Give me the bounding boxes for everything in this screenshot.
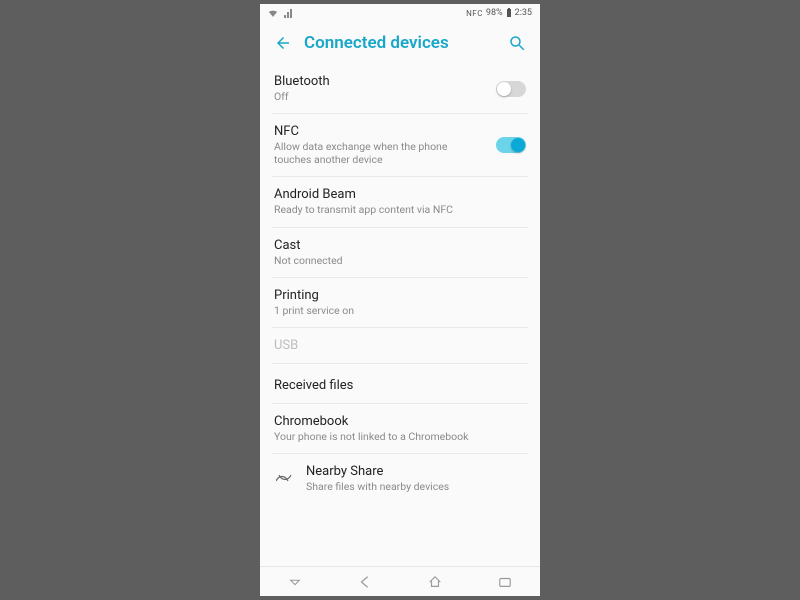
signal-icon (284, 9, 294, 18)
row-title: Chromebook (274, 414, 526, 429)
wifi-icon (268, 9, 278, 18)
row-sub: Not connected (274, 254, 526, 267)
nearby-share-icon (274, 472, 296, 484)
status-battery-pct: 98% (486, 8, 503, 18)
row-bluetooth[interactable]: Bluetooth Off (272, 64, 528, 114)
status-nfc-label: NFC (466, 9, 483, 18)
search-button[interactable] (504, 30, 530, 56)
row-android-beam[interactable]: Android Beam Ready to transmit app conte… (272, 177, 528, 227)
row-received-files[interactable]: Received files (272, 368, 528, 404)
row-printing[interactable]: Printing 1 print service on (272, 278, 528, 328)
status-clock: 2:35 (515, 8, 532, 18)
battery-icon (506, 8, 512, 18)
row-sub: Off (274, 90, 486, 103)
row-sub: Share files with nearby devices (306, 480, 526, 493)
row-sub: 1 print service on (274, 304, 526, 317)
row-usb: USB (272, 328, 528, 364)
nfc-toggle[interactable] (496, 137, 526, 153)
row-nearby-share[interactable]: Nearby Share Share files with nearby dev… (272, 454, 528, 503)
nav-recents-button[interactable] (485, 575, 525, 589)
row-nfc[interactable]: NFC Allow data exchange when the phone t… (272, 114, 528, 177)
bluetooth-toggle[interactable] (496, 81, 526, 97)
row-sub: Allow data exchange when the phone touch… (274, 140, 486, 166)
row-title: USB (274, 338, 526, 353)
nav-back-button[interactable] (345, 575, 385, 589)
row-title: Bluetooth (274, 74, 486, 89)
nav-drawer-button[interactable] (275, 575, 315, 589)
row-title: Printing (274, 288, 526, 303)
row-title: Cast (274, 238, 526, 253)
row-title: NFC (274, 124, 486, 139)
row-sub: Ready to transmit app content via NFC (274, 203, 526, 216)
row-title: Received files (274, 378, 526, 393)
system-nav-bar (260, 566, 540, 596)
row-cast[interactable]: Cast Not connected (272, 228, 528, 278)
phone-frame: NFC 98% 2:35 Connected devices Bluetooth… (260, 4, 540, 596)
nav-home-button[interactable] (415, 575, 455, 589)
settings-list: Bluetooth Off NFC Allow data exchange wh… (260, 64, 540, 566)
status-bar: NFC 98% 2:35 (260, 4, 540, 22)
back-button[interactable] (270, 30, 296, 56)
row-sub: Your phone is not linked to a Chromebook (274, 430, 526, 443)
page-title: Connected devices (304, 33, 496, 53)
app-header: Connected devices (260, 22, 540, 64)
row-chromebook[interactable]: Chromebook Your phone is not linked to a… (272, 404, 528, 454)
row-title: Nearby Share (306, 464, 526, 479)
row-title: Android Beam (274, 187, 526, 202)
